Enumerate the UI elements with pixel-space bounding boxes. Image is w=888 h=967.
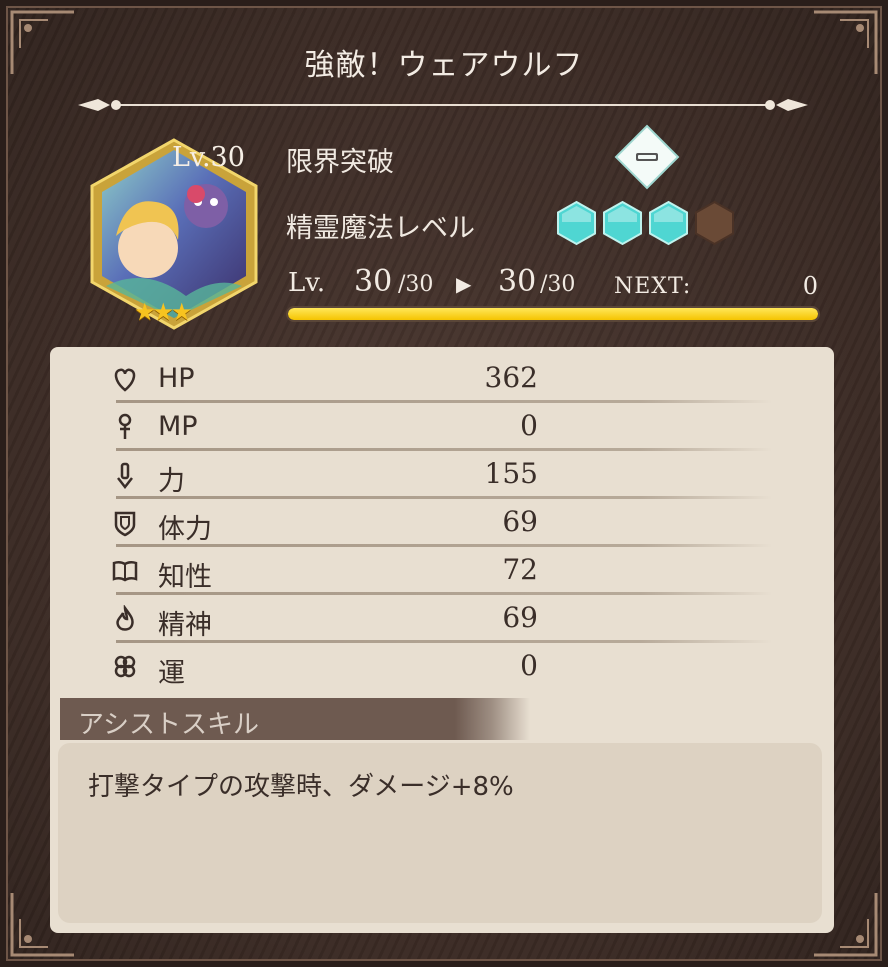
shield-icon <box>114 511 136 537</box>
stat-value: 72 <box>502 553 538 586</box>
stat-row: MP 0 <box>60 403 780 451</box>
stat-name: 力 <box>158 466 185 497</box>
spirit-magic-label: 精霊魔法レベル <box>286 213 475 244</box>
title-divider <box>78 99 808 111</box>
rarity-stars: ★★★ <box>134 298 193 326</box>
stat-value: 0 <box>520 409 538 442</box>
assist-skill-description: 打撃タイプの攻撃時、ダメージ+8% <box>88 772 514 802</box>
stat-row: HP 362 <box>60 355 780 403</box>
spirit-hex-empty-icon <box>695 200 734 246</box>
level-badge: Lv.30 <box>172 142 245 173</box>
book-icon <box>112 560 138 582</box>
stat-value: 155 <box>484 457 538 490</box>
stat-value: 69 <box>502 505 538 538</box>
stat-name: 体力 <box>158 514 212 545</box>
level-current-max: /30 <box>398 272 434 297</box>
power-icon <box>117 462 133 489</box>
exp-progress-fill <box>288 308 818 320</box>
spirit-magic-level-gauge <box>556 200 735 248</box>
next-exp-value: 0 <box>802 272 818 300</box>
stat-value: 69 <box>502 601 538 634</box>
assist-skill-title: アシストスキル <box>78 710 259 740</box>
dialog-title: 強敵！ウェアウルフ <box>304 48 584 83</box>
arrow-right-icon: ▶ <box>456 272 472 296</box>
level-current: 30 <box>354 264 393 299</box>
stat-value: 0 <box>520 649 538 682</box>
stat-row: 力 155 <box>60 451 780 499</box>
stat-row: 体力 69 <box>60 499 780 547</box>
spirit-hex-filled-icon <box>649 200 688 246</box>
next-exp-label: NEXT: <box>614 274 692 299</box>
mp-staff-icon <box>118 413 132 439</box>
stat-name: 運 <box>158 658 185 689</box>
spirit-hex-filled-icon <box>603 200 642 246</box>
limit-break-label: 限界突破 <box>286 147 394 178</box>
clover-icon <box>114 655 136 678</box>
stat-row: 運0 <box>60 643 780 691</box>
spirit-flame-icon <box>116 605 134 631</box>
stat-name: MP <box>158 411 198 442</box>
stat-value: 362 <box>484 361 538 394</box>
level-label: Lv. <box>288 268 326 298</box>
spirit-hex-filled-icon <box>557 200 596 246</box>
minus-diamond-icon <box>614 124 680 190</box>
heart-icon <box>114 368 136 392</box>
level-new: 30 <box>498 264 537 299</box>
exp-progress-bar <box>286 306 820 322</box>
stat-row: 知性 72 <box>60 547 780 595</box>
level-new-max: /30 <box>540 272 576 297</box>
stat-name: 精神 <box>158 610 212 641</box>
stat-name: HP <box>158 363 195 394</box>
stat-name: 知性 <box>158 562 212 593</box>
stat-row: 精神 69 <box>60 595 780 643</box>
